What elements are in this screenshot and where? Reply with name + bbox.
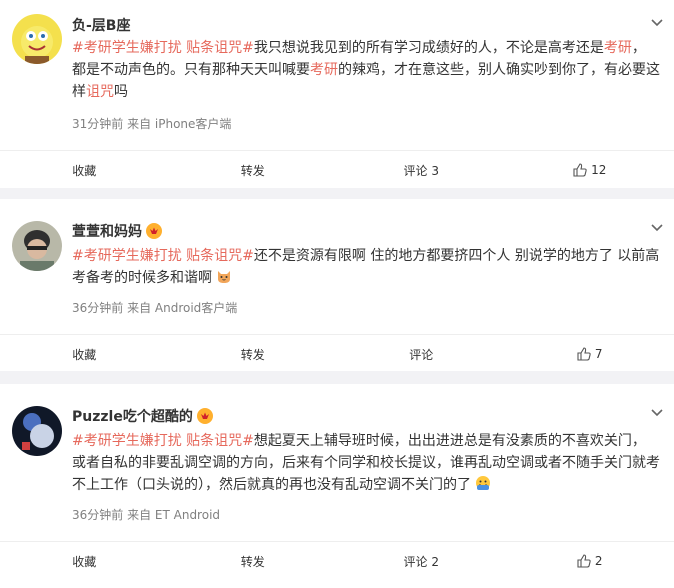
collect-button[interactable]: 收藏 bbox=[0, 335, 169, 373]
comment-author[interactable]: Puzzle吃个超酷的 bbox=[72, 406, 213, 426]
thumbs-up-icon bbox=[573, 163, 587, 177]
topic-link[interactable]: 诅咒 bbox=[86, 84, 114, 100]
comment-text-segment: 我只想说我见到的所有学习成绩好的人，不论是高考还是 bbox=[253, 40, 604, 56]
vip-badge-icon bbox=[146, 223, 162, 239]
thumbs-up-icon bbox=[577, 554, 591, 568]
comment-meta: 36分钟前 来自 Android客户端 bbox=[72, 301, 238, 315]
vip-badge-icon bbox=[196, 408, 213, 424]
comment-author[interactable]: 萱萱和妈妈 bbox=[72, 221, 162, 241]
comment-text: #考研学生嫌打扰 贴条诅咒#还不是资源有限啊 住的地方都要挤四个人 别说学的地方… bbox=[72, 245, 662, 289]
chevron-down-icon[interactable] bbox=[650, 16, 664, 30]
like-button[interactable]: 2 bbox=[506, 542, 674, 580]
topic-link[interactable]: #考研学生嫌打扰 贴条诅咒# bbox=[72, 433, 254, 449]
avatar[interactable] bbox=[12, 14, 62, 64]
comment-text-segment: 吗 bbox=[114, 84, 128, 100]
comment-author[interactable]: 负-层B座 bbox=[72, 15, 130, 35]
comment-button[interactable]: 评论 2 bbox=[337, 542, 506, 580]
topic-link[interactable]: #考研学生嫌打扰 贴条诅咒# bbox=[72, 40, 254, 56]
thumbs-up-icon bbox=[577, 347, 591, 361]
repost-button[interactable]: 转发 bbox=[169, 151, 338, 189]
avatar[interactable] bbox=[12, 221, 62, 271]
like-button[interactable]: 7 bbox=[506, 335, 674, 373]
collect-button[interactable]: 收藏 bbox=[0, 542, 169, 580]
comment-text: #考研学生嫌打扰 贴条诅咒#想起夏天上辅导班时候，出出进进总是有没素质的不喜欢关… bbox=[72, 430, 662, 496]
repost-button[interactable]: 转发 bbox=[169, 542, 338, 580]
topic-link[interactable]: 考研 bbox=[310, 62, 338, 78]
comment-meta: 36分钟前 来自 ET Android bbox=[72, 508, 221, 522]
comment-card: Puzzle吃个超酷的 #考研学生嫌打扰 贴条诅咒#想起夏天上辅导班时候，出出进… bbox=[0, 384, 674, 588]
comment-text: #考研学生嫌打扰 贴条诅咒#我只想说我见到的所有学习成绩好的人，不论是高考还是考… bbox=[72, 37, 662, 103]
chevron-down-icon[interactable] bbox=[650, 406, 664, 420]
topic-link[interactable]: #考研学生嫌打扰 贴条诅咒# bbox=[72, 248, 254, 264]
comment-button[interactable]: 评论 bbox=[337, 335, 506, 373]
chevron-down-icon[interactable] bbox=[650, 221, 664, 235]
avatar[interactable] bbox=[12, 406, 62, 456]
action-bar: 收藏 转发 评论 3 12 bbox=[0, 151, 674, 189]
topic-link[interactable]: 考研 bbox=[604, 40, 632, 56]
action-bar: 收藏 转发 评论 2 2 bbox=[0, 542, 674, 580]
comment-meta: 31分钟前 来自 iPhone客户端 bbox=[72, 117, 232, 131]
smile-emoji-icon bbox=[476, 476, 491, 490]
comment-button[interactable]: 评论 3 bbox=[337, 151, 506, 189]
collect-button[interactable]: 收藏 bbox=[0, 151, 169, 189]
cat-emoji-icon bbox=[218, 271, 231, 283]
action-bar: 收藏 转发 评论 7 bbox=[0, 335, 674, 373]
comment-card: 负-层B座 #考研学生嫌打扰 贴条诅咒#我只想说我见到的所有学习成绩好的人，不论… bbox=[0, 0, 674, 188]
comment-card: 萱萱和妈妈 #考研学生嫌打扰 贴条诅咒#还不是资源有限啊 住的地方都要挤四个人 … bbox=[0, 199, 674, 371]
repost-button[interactable]: 转发 bbox=[169, 335, 338, 373]
like-button[interactable]: 12 bbox=[506, 151, 674, 189]
